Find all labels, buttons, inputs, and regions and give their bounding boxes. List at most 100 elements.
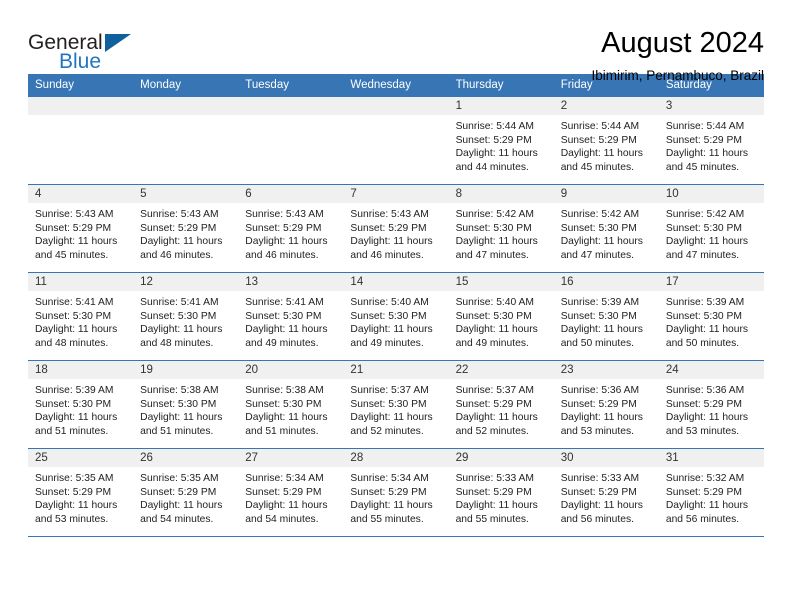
day-number: 26 <box>133 449 239 467</box>
calendar-day-cell[interactable]: 23 Sunrise: 5:36 AM Sunset: 5:29 PM Dayligh… <box>553 360 659 449</box>
day-details: Sunrise: 5:33 AM Sunset: 5:29 PM Daylight:… <box>449 467 554 526</box>
day-number: 3 <box>658 97 764 115</box>
calendar-day-cell[interactable]: 6 Sunrise: 5:43 AM Sunset: 5:29 PM Daylight… <box>238 184 344 273</box>
sunset-text: Sunset: 5:30 PM <box>140 398 217 410</box>
day-number: 1 <box>448 97 554 115</box>
day-number: 17 <box>658 273 764 291</box>
day-number-band <box>133 97 239 115</box>
sunrise-text: Sunrise: 5:33 AM <box>455 473 534 484</box>
calendar-day-cell[interactable]: 26 Sunrise: 5:35 AM Sunset: 5:29 PM Dayligh… <box>133 448 239 537</box>
day-details: Sunrise: 5:42 AM Sunset: 5:30 PM Daylight:… <box>449 203 554 262</box>
day-details: Sunrise: 5:41 AM Sunset: 5:30 PM Daylight:… <box>28 291 133 350</box>
daylight-text: Daylight: 11 hours and 45 minutes. <box>35 236 118 261</box>
calendar-day-cell[interactable]: 28 Sunrise: 5:34 AM Sunset: 5:29 PM Dayligh… <box>343 448 449 537</box>
calendar-week-row: 1 Sunrise: 5:44 AM Sunset: 5:29 PM Daylight… <box>28 96 764 185</box>
day-details: Sunrise: 5:42 AM Sunset: 5:30 PM Daylight:… <box>659 203 764 262</box>
sunset-text: Sunset: 5:29 PM <box>560 486 637 498</box>
calendar-day-cell[interactable]: 29 Sunrise: 5:33 AM Sunset: 5:29 PM Dayligh… <box>448 448 554 537</box>
sunrise-text: Sunrise: 5:44 AM <box>665 121 745 132</box>
calendar-day-cell[interactable]: 27 Sunrise: 5:34 AM Sunset: 5:29 PM Dayligh… <box>238 448 344 537</box>
sunset-text: Sunset: 5:29 PM <box>455 134 532 146</box>
calendar-day-cell-empty <box>343 96 449 185</box>
day-number-band <box>343 97 449 115</box>
sunset-text: Sunset: 5:29 PM <box>35 486 112 498</box>
calendar-day-cell[interactable]: 13 Sunrise: 5:41 AM Sunset: 5:30 PM Dayligh… <box>238 272 344 361</box>
day-number: 24 <box>658 361 764 379</box>
calendar-day-cell[interactable]: 18 Sunrise: 5:39 AM Sunset: 5:30 PM Dayligh… <box>28 360 134 449</box>
calendar-day-cell[interactable]: 24 Sunrise: 5:36 AM Sunset: 5:29 PM Dayligh… <box>658 360 764 449</box>
sunset-text: Sunset: 5:30 PM <box>455 310 532 322</box>
day-number: 30 <box>553 449 659 467</box>
day-number: 29 <box>448 449 554 467</box>
daylight-text: Daylight: 11 hours and 52 minutes. <box>350 412 433 437</box>
daylight-text: Daylight: 11 hours and 55 minutes. <box>350 500 433 525</box>
sunset-text: Sunset: 5:29 PM <box>245 222 322 234</box>
calendar-day-cell[interactable]: 14 Sunrise: 5:40 AM Sunset: 5:30 PM Dayligh… <box>343 272 449 361</box>
sunset-text: Sunset: 5:29 PM <box>140 222 217 234</box>
daylight-text: Daylight: 11 hours and 50 minutes. <box>560 324 643 349</box>
sunrise-text: Sunrise: 5:42 AM <box>665 209 745 220</box>
calendar-day-cell[interactable]: 19 Sunrise: 5:38 AM Sunset: 5:30 PM Dayligh… <box>133 360 239 449</box>
calendar-body: 1 Sunrise: 5:44 AM Sunset: 5:29 PM Daylight… <box>28 96 764 537</box>
day-number: 25 <box>28 449 134 467</box>
calendar-day-cell[interactable]: 4 Sunrise: 5:43 AM Sunset: 5:29 PM Daylight… <box>28 184 134 273</box>
sunrise-text: Sunrise: 5:41 AM <box>245 297 324 308</box>
calendar-day-cell[interactable]: 21 Sunrise: 5:37 AM Sunset: 5:30 PM Dayligh… <box>343 360 449 449</box>
daylight-text: Daylight: 11 hours and 48 minutes. <box>35 324 118 349</box>
daylight-text: Daylight: 11 hours and 51 minutes. <box>140 412 223 437</box>
sunrise-text: Sunrise: 5:38 AM <box>245 385 324 396</box>
day-number: 20 <box>238 361 344 379</box>
calendar-day-cell[interactable]: 12 Sunrise: 5:41 AM Sunset: 5:30 PM Dayligh… <box>133 272 239 361</box>
calendar-day-cell[interactable]: 25 Sunrise: 5:35 AM Sunset: 5:29 PM Dayligh… <box>28 448 134 537</box>
daylight-text: Daylight: 11 hours and 56 minutes. <box>665 500 749 525</box>
calendar-day-cell[interactable]: 9 Sunrise: 5:42 AM Sunset: 5:30 PM Daylight… <box>553 184 659 273</box>
sunset-text: Sunset: 5:30 PM <box>455 222 532 234</box>
day-details: Sunrise: 5:41 AM Sunset: 5:30 PM Daylight:… <box>133 291 238 350</box>
calendar-day-cell[interactable]: 3 Sunrise: 5:44 AM Sunset: 5:29 PM Daylight… <box>658 96 764 185</box>
sunrise-text: Sunrise: 5:35 AM <box>35 473 114 484</box>
sunrise-text: Sunrise: 5:32 AM <box>665 473 745 484</box>
day-details: Sunrise: 5:38 AM Sunset: 5:30 PM Daylight:… <box>133 379 238 438</box>
calendar-day-cell[interactable]: 11 Sunrise: 5:41 AM Sunset: 5:30 PM Dayligh… <box>28 272 134 361</box>
calendar-day-cell[interactable]: 1 Sunrise: 5:44 AM Sunset: 5:29 PM Daylight… <box>448 96 554 185</box>
sunrise-text: Sunrise: 5:43 AM <box>140 209 219 220</box>
sunrise-text: Sunrise: 5:36 AM <box>560 385 640 396</box>
calendar-day-cell[interactable]: 7 Sunrise: 5:43 AM Sunset: 5:29 PM Daylight… <box>343 184 449 273</box>
calendar-day-cell[interactable]: 30 Sunrise: 5:33 AM Sunset: 5:29 PM Dayligh… <box>553 448 659 537</box>
day-number: 11 <box>28 273 134 291</box>
calendar-day-cell[interactable]: 20 Sunrise: 5:38 AM Sunset: 5:30 PM Dayligh… <box>238 360 344 449</box>
calendar-day-cell[interactable]: 2 Sunrise: 5:44 AM Sunset: 5:29 PM Daylight… <box>553 96 659 185</box>
calendar-day-cell[interactable]: 16 Sunrise: 5:39 AM Sunset: 5:30 PM Dayligh… <box>553 272 659 361</box>
logo-text-blue: Blue <box>59 50 102 73</box>
daylight-text: Daylight: 11 hours and 54 minutes. <box>245 500 328 525</box>
logo-triangle-icon <box>105 34 131 52</box>
sunrise-text: Sunrise: 5:41 AM <box>35 297 114 308</box>
daylight-text: Daylight: 11 hours and 49 minutes. <box>245 324 328 349</box>
calendar-day-cell[interactable]: 10 Sunrise: 5:42 AM Sunset: 5:30 PM Dayligh… <box>658 184 764 273</box>
daylight-text: Daylight: 11 hours and 46 minutes. <box>350 236 433 261</box>
day-details: Sunrise: 5:36 AM Sunset: 5:29 PM Daylight:… <box>554 379 659 438</box>
day-details: Sunrise: 5:37 AM Sunset: 5:30 PM Daylight:… <box>343 379 448 438</box>
day-details: Sunrise: 5:34 AM Sunset: 5:29 PM Daylight:… <box>343 467 448 526</box>
sunset-text: Sunset: 5:29 PM <box>665 134 742 146</box>
day-number: 6 <box>238 185 344 203</box>
calendar-day-cell[interactable]: 31 Sunrise: 5:32 AM Sunset: 5:29 PM Dayligh… <box>658 448 764 537</box>
sunrise-text: Sunrise: 5:43 AM <box>245 209 324 220</box>
day-details: Sunrise: 5:44 AM Sunset: 5:29 PM Daylight:… <box>449 115 554 174</box>
calendar-day-cell[interactable]: 22 Sunrise: 5:37 AM Sunset: 5:29 PM Dayligh… <box>448 360 554 449</box>
calendar-day-cell[interactable]: 17 Sunrise: 5:39 AM Sunset: 5:30 PM Dayligh… <box>658 272 764 361</box>
calendar-day-cell[interactable]: 15 Sunrise: 5:40 AM Sunset: 5:30 PM Dayligh… <box>448 272 554 361</box>
sunrise-text: Sunrise: 5:33 AM <box>560 473 640 484</box>
daylight-text: Daylight: 11 hours and 54 minutes. <box>140 500 223 525</box>
day-details: Sunrise: 5:39 AM Sunset: 5:30 PM Daylight:… <box>659 291 764 350</box>
day-details: Sunrise: 5:44 AM Sunset: 5:29 PM Daylight:… <box>659 115 764 174</box>
calendar-day-cell[interactable]: 5 Sunrise: 5:43 AM Sunset: 5:29 PM Daylight… <box>133 184 239 273</box>
sunrise-text: Sunrise: 5:35 AM <box>140 473 219 484</box>
calendar-week-row: 25 Sunrise: 5:35 AM Sunset: 5:29 PM Dayligh… <box>28 448 764 537</box>
daylight-text: Daylight: 11 hours and 51 minutes. <box>35 412 118 437</box>
daylight-text: Daylight: 11 hours and 47 minutes. <box>665 236 749 261</box>
day-number: 16 <box>553 273 659 291</box>
general-blue-logo[interactable]: General Blue <box>28 26 148 76</box>
calendar-day-cell[interactable]: 8 Sunrise: 5:42 AM Sunset: 5:30 PM Daylight… <box>448 184 554 273</box>
daylight-text: Daylight: 11 hours and 44 minutes. <box>455 148 538 173</box>
